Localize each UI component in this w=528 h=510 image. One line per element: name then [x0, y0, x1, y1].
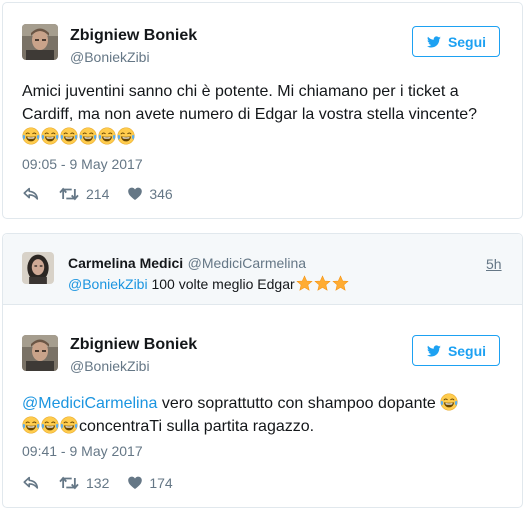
like-count: 346 — [149, 186, 173, 202]
tweet-text: Amici juventini sanno chi è potente. Mi … — [22, 80, 512, 149]
reply-mention[interactable]: @BoniekZibi — [68, 276, 148, 292]
star-icon — [332, 275, 349, 292]
face-tears-of-joy-icon — [22, 127, 40, 145]
star-icon — [296, 275, 313, 292]
tweet-timestamp[interactable]: 09:41 - 9 May 2017 — [22, 443, 143, 459]
reply-text: @BoniekZibi 100 volte meglio Edgar — [68, 275, 349, 292]
heart-icon — [127, 475, 143, 491]
retweet-button[interactable]: 214 — [58, 185, 109, 203]
author-name[interactable]: Zbigniew Boniek — [70, 27, 197, 45]
reply-header: Carmelina Medici @MediciCarmelina — [68, 255, 306, 273]
face-tears-of-joy-icon — [79, 127, 97, 145]
face-tears-of-joy-icon — [22, 416, 40, 434]
in-reply-to-tweet[interactable]: Carmelina Medici @MediciCarmelina 5h @Bo… — [3, 234, 522, 305]
face-tears-of-joy-icon — [440, 393, 458, 411]
author-name[interactable]: Zbigniew Boniek — [70, 336, 197, 354]
like-count: 174 — [149, 475, 173, 491]
tweet-body: Amici juventini sanno chi è potente. Mi … — [22, 83, 478, 123]
follow-button-label: Segui — [447, 342, 487, 359]
tweet-card-2: Carmelina Medici @MediciCarmelina 5h @Bo… — [2, 233, 523, 508]
reply-button[interactable] — [22, 185, 40, 203]
retweet-count: 132 — [86, 475, 110, 491]
face-tears-of-joy-icon — [60, 416, 78, 434]
tweet-card-1: Zbigniew Boniek @BoniekZibi Segui Amici … — [2, 2, 523, 219]
emoji-row — [22, 129, 136, 146]
twitter-bird-icon — [426, 344, 442, 358]
tweet-body-line1: vero soprattutto con shampoo dopante — [161, 395, 436, 412]
author-handle[interactable]: @BoniekZibi — [70, 49, 150, 65]
retweet-button[interactable]: 132 — [58, 474, 109, 492]
reply-author-handle[interactable]: @MediciCarmelina — [188, 255, 306, 271]
tweet-text: @MediciCarmelina vero soprattutto con sh… — [22, 392, 512, 438]
face-tears-of-joy-icon — [60, 127, 78, 145]
like-button[interactable]: 346 — [127, 186, 173, 202]
avatar[interactable] — [22, 24, 58, 60]
face-tears-of-joy-icon — [41, 416, 59, 434]
tweet-actions: 132 174 — [22, 473, 191, 493]
tweet-mention[interactable]: @MediciCarmelina — [22, 395, 157, 412]
tweet-timestamp[interactable]: 09:05 - 9 May 2017 — [22, 156, 143, 172]
reply-button[interactable] — [22, 474, 40, 492]
retweet-count: 214 — [86, 186, 110, 202]
author-handle[interactable]: @BoniekZibi — [70, 358, 150, 374]
follow-button[interactable]: Segui — [412, 335, 500, 366]
reply-icon — [22, 185, 40, 203]
avatar[interactable] — [22, 252, 54, 284]
reply-age[interactable]: 5h — [486, 256, 502, 272]
avatar[interactable] — [22, 335, 58, 371]
face-tears-of-joy-icon — [41, 127, 59, 145]
like-button[interactable]: 174 — [127, 475, 173, 491]
face-tears-of-joy-icon — [98, 127, 116, 145]
reply-body: 100 volte meglio Edgar — [151, 276, 295, 292]
reply-icon — [22, 474, 40, 492]
retweet-icon — [58, 185, 80, 203]
follow-button[interactable]: Segui — [412, 26, 500, 57]
heart-icon — [127, 186, 143, 202]
follow-button-label: Segui — [447, 33, 487, 50]
tweet-actions: 214 346 — [22, 184, 191, 204]
tweet-body-line2: concentraTi sulla partita ragazzo. — [79, 418, 315, 435]
twitter-bird-icon — [426, 35, 442, 49]
star-icon — [314, 275, 331, 292]
reply-author-name[interactable]: Carmelina Medici — [68, 255, 183, 271]
face-tears-of-joy-icon — [117, 127, 135, 145]
retweet-icon — [58, 474, 80, 492]
